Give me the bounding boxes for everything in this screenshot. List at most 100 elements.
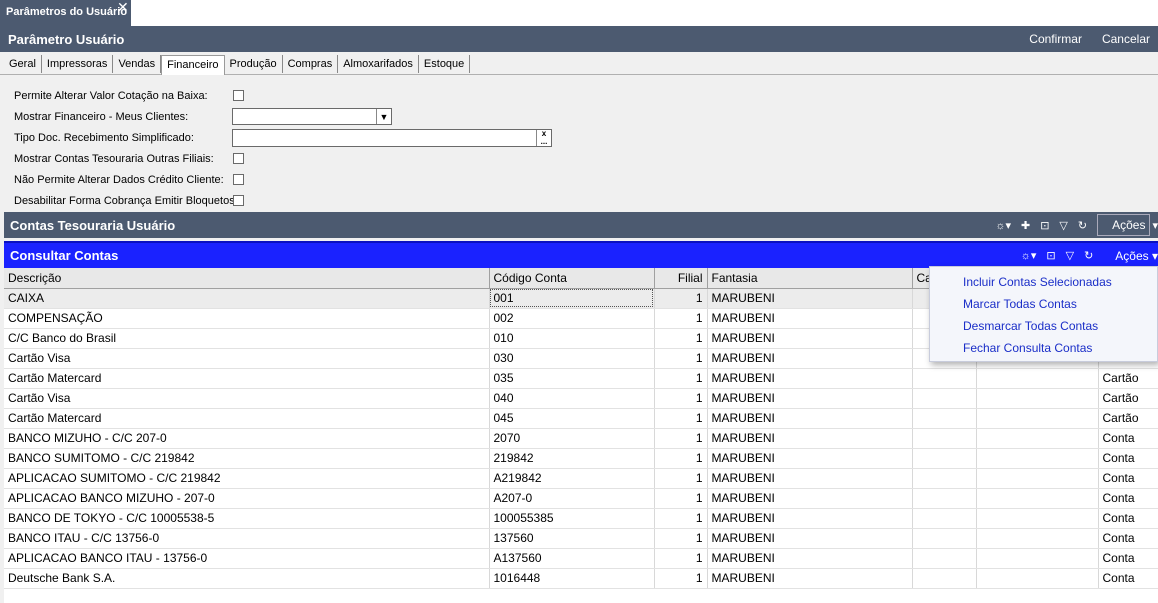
export-icon[interactable]: ⊡ [1040,219,1049,232]
cell-codigo-conta[interactable]: 2070 [489,428,655,449]
tab-impressoras[interactable]: Impressoras [42,55,114,73]
menu-item-desmarcar-todas[interactable]: Desmarcar Todas Contas [930,315,1157,337]
nao-permite-checkbox[interactable] [233,174,244,185]
cell-fantasia[interactable]: MARUBENI [707,428,913,449]
cell-codigo-conta[interactable]: 1016448 [489,568,655,589]
cell-descricao[interactable]: Cartão Matercard [4,408,490,429]
cell-col6[interactable] [976,388,1099,409]
column-header-codigo-conta[interactable]: Código Conta [489,268,655,289]
cell-descricao[interactable]: APLICACAO SUMITOMO - C/C 219842 [4,468,490,489]
cell-col7[interactable]: Conta [1098,428,1158,449]
table-row[interactable]: APLICACAO BANCO ITAU - 13756-0 A137560 1 MA… [4,548,1158,569]
cell-col6[interactable] [976,448,1099,469]
cell-fantasia[interactable]: MARUBENI [707,348,913,369]
menu-item-marcar-todas[interactable]: Marcar Todas Contas [930,293,1157,315]
cell-codigo-conta[interactable]: A137560 [489,548,655,569]
cell-ca[interactable] [912,548,977,569]
cell-ca[interactable] [912,568,977,589]
cell-codigo-conta[interactable]: 100055385 [489,508,655,529]
cell-ca[interactable] [912,528,977,549]
cell-descricao[interactable]: BANCO DE TOKYO - C/C 10005538-5 [4,508,490,529]
acoes-button[interactable]: Ações [1097,214,1151,236]
cell-col7[interactable]: Conta [1098,568,1158,589]
lookup-icon[interactable]: x... [536,130,551,146]
refresh-icon[interactable]: ↻ [1084,249,1093,262]
cell-descricao[interactable]: BANCO SUMITOMO - C/C 219842 [4,448,490,469]
confirm-button[interactable]: Confirmar [1029,32,1082,46]
cell-descricao[interactable]: Cartão Visa [4,348,490,369]
cell-descricao[interactable]: APLICACAO BANCO ITAU - 13756-0 [4,548,490,569]
cell-col7[interactable]: Conta [1098,508,1158,529]
cell-codigo-conta[interactable]: A219842 [489,468,655,489]
table-row[interactable]: BANCO ITAU - C/C 13756-0 137560 1 MARUBENI C… [4,528,1158,549]
cell-filial[interactable]: 1 [654,528,708,549]
cell-fantasia[interactable]: MARUBENI [707,508,913,529]
permite-alterar-checkbox[interactable] [233,90,244,101]
cell-ca[interactable] [912,408,977,429]
cell-ca[interactable] [912,468,977,489]
cell-ca[interactable] [912,388,977,409]
cell-col6[interactable] [976,368,1099,389]
cell-codigo-conta[interactable]: 030 [489,348,655,369]
cell-filial[interactable]: 1 [654,328,708,349]
cell-col6[interactable] [976,548,1099,569]
table-row[interactable]: BANCO SUMITOMO - C/C 219842 219842 1 MARUBE… [4,448,1158,469]
cell-fantasia[interactable]: MARUBENI [707,468,913,489]
cell-fantasia[interactable]: MARUBENI [707,488,913,509]
menu-item-fechar-consulta[interactable]: Fechar Consulta Contas [930,337,1157,359]
cell-descricao[interactable]: Cartão Visa [4,388,490,409]
cell-fantasia[interactable]: MARUBENI [707,448,913,469]
cell-filial[interactable]: 1 [654,308,708,329]
cell-descricao[interactable]: BANCO MIZUHO - C/C 207-0 [4,428,490,449]
tab-producao[interactable]: Produção [225,55,283,73]
mostrar-financeiro-select[interactable]: ▼ [232,108,392,125]
cell-filial[interactable]: 1 [654,568,708,589]
cell-codigo-conta[interactable]: 001 [489,288,655,309]
settings-icon[interactable]: ☼▾ [995,219,1011,232]
cell-col7[interactable]: Conta [1098,548,1158,569]
cell-col7[interactable]: Cartão [1098,388,1158,409]
table-row[interactable]: Cartão Visa 040 1 MARUBENI Cartão [4,388,1158,409]
cell-descricao[interactable]: BANCO ITAU - C/C 13756-0 [4,528,490,549]
add-icon[interactable]: ✚ [1021,219,1030,232]
table-row[interactable]: APLICACAO BANCO MIZUHO - 207-0 A207-0 1 MAR… [4,488,1158,509]
cell-col6[interactable] [976,528,1099,549]
cell-codigo-conta[interactable]: 002 [489,308,655,329]
cell-fantasia[interactable]: MARUBENI [707,388,913,409]
document-tab[interactable]: Parâmetros do Usuário ✕ [0,0,131,26]
cell-codigo-conta[interactable]: 137560 [489,528,655,549]
cell-filial[interactable]: 1 [654,508,708,529]
cell-fantasia[interactable]: MARUBENI [707,288,913,309]
mostrar-contas-checkbox[interactable] [233,153,244,164]
cell-ca[interactable] [912,448,977,469]
tipo-doc-lookup-input[interactable]: x... [232,129,552,147]
cell-filial[interactable]: 1 [654,388,708,409]
cell-codigo-conta[interactable]: A207-0 [489,488,655,509]
cell-filial[interactable]: 1 [654,548,708,569]
cell-codigo-conta[interactable]: 219842 [489,448,655,469]
column-header-descricao[interactable]: Descrição [4,268,490,289]
cell-fantasia[interactable]: MARUBENI [707,328,913,349]
table-row[interactable]: Deutsche Bank S.A. 1016448 1 MARUBENI Conta [4,568,1158,589]
cell-col7[interactable]: Conta [1098,488,1158,509]
cell-codigo-conta[interactable]: 040 [489,388,655,409]
cell-fantasia[interactable]: MARUBENI [707,528,913,549]
cell-col7[interactable]: Conta [1098,528,1158,549]
cell-ca[interactable] [912,508,977,529]
column-header-filial[interactable]: Filial [654,268,708,289]
tab-financeiro[interactable]: Financeiro [161,55,225,75]
cell-fantasia[interactable]: MARUBENI [707,568,913,589]
cell-fantasia[interactable]: MARUBENI [707,408,913,429]
cell-codigo-conta[interactable]: 045 [489,408,655,429]
cell-descricao[interactable]: COMPENSAÇÃO [4,308,490,329]
table-row[interactable]: Cartão Matercard 045 1 MARUBENI Cartão [4,408,1158,429]
cell-filial[interactable]: 1 [654,368,708,389]
cancel-button[interactable]: Cancelar [1102,32,1150,46]
table-row[interactable]: BANCO DE TOKYO - C/C 10005538-5 100055385… [4,508,1158,529]
cell-col6[interactable] [976,488,1099,509]
table-row[interactable]: BANCO MIZUHO - C/C 207-0 2070 1 MARUBENI Con… [4,428,1158,449]
refresh-icon[interactable]: ↻ [1078,219,1087,232]
cell-fantasia[interactable]: MARUBENI [707,368,913,389]
table-row[interactable]: APLICACAO SUMITOMO - C/C 219842 A219842 1 M… [4,468,1158,489]
cell-filial[interactable]: 1 [654,348,708,369]
